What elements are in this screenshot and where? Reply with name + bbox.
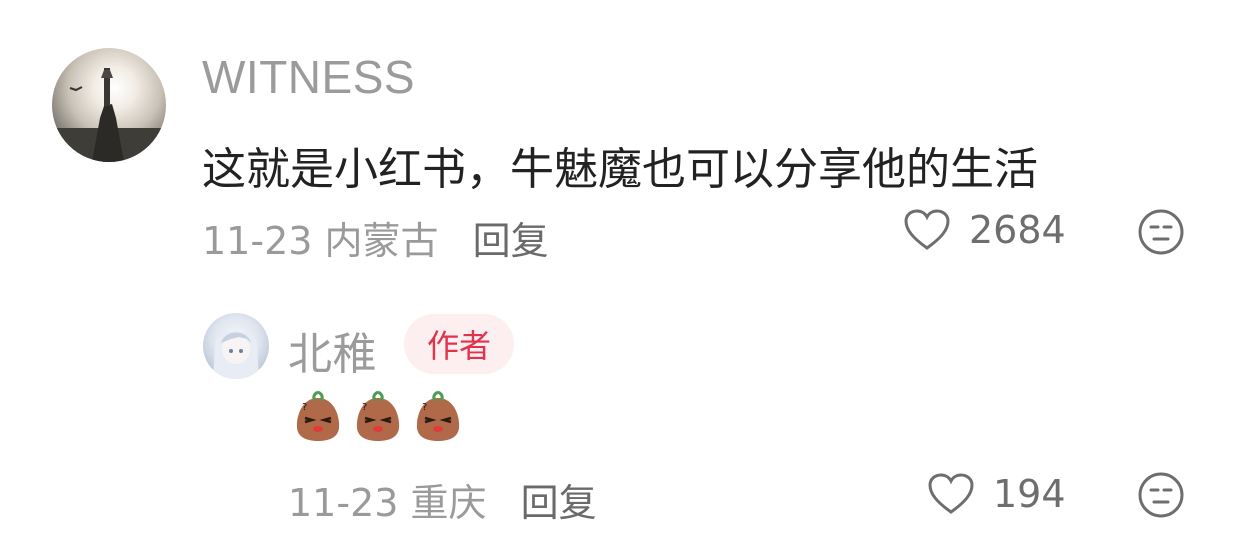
- avatar-image: [52, 68, 166, 162]
- like-button[interactable]: 2684: [903, 208, 1066, 252]
- reply-date: 11-23: [288, 481, 399, 525]
- comment-date: 11-23: [202, 219, 313, 263]
- reply-location: 重庆: [410, 481, 487, 525]
- comment-text: 这就是小红书，牛魅魔也可以分享他的生活: [202, 144, 1038, 195]
- reply-emoji-content: ? ? ?: [290, 388, 466, 444]
- sweet-potato-emoji: ?: [416, 390, 460, 441]
- reply-author-username[interactable]: 北稚: [288, 318, 377, 382]
- commenter-username[interactable]: WITNESS: [202, 50, 415, 104]
- neutral-face-icon[interactable]: [1137, 471, 1185, 519]
- commenter-avatar[interactable]: [52, 48, 166, 162]
- like-count: 2684: [969, 208, 1066, 252]
- comment-meta: 11-23 内蒙古 回复: [202, 210, 549, 265]
- reply-meta: 11-23 重庆 回复: [288, 472, 597, 527]
- author-badge: 作者: [404, 314, 514, 374]
- like-button[interactable]: 194: [927, 472, 1066, 516]
- svg-text:?: ?: [422, 402, 427, 413]
- comment-location: 内蒙古: [324, 219, 439, 263]
- avatar-image: [213, 331, 259, 379]
- heart-outline-icon: [904, 209, 950, 250]
- like-count: 194: [993, 472, 1066, 516]
- svg-text:?: ?: [302, 402, 307, 413]
- sweet-potato-emoji: ?: [296, 390, 340, 441]
- sweet-potato-emoji: ?: [356, 390, 400, 441]
- heart-outline-icon: [928, 473, 974, 514]
- svg-text:?: ?: [362, 402, 367, 413]
- reply-button[interactable]: 回复: [521, 481, 597, 525]
- neutral-face-icon[interactable]: [1137, 208, 1185, 256]
- reply-author-avatar[interactable]: [203, 313, 269, 379]
- reply-button[interactable]: 回复: [473, 219, 549, 263]
